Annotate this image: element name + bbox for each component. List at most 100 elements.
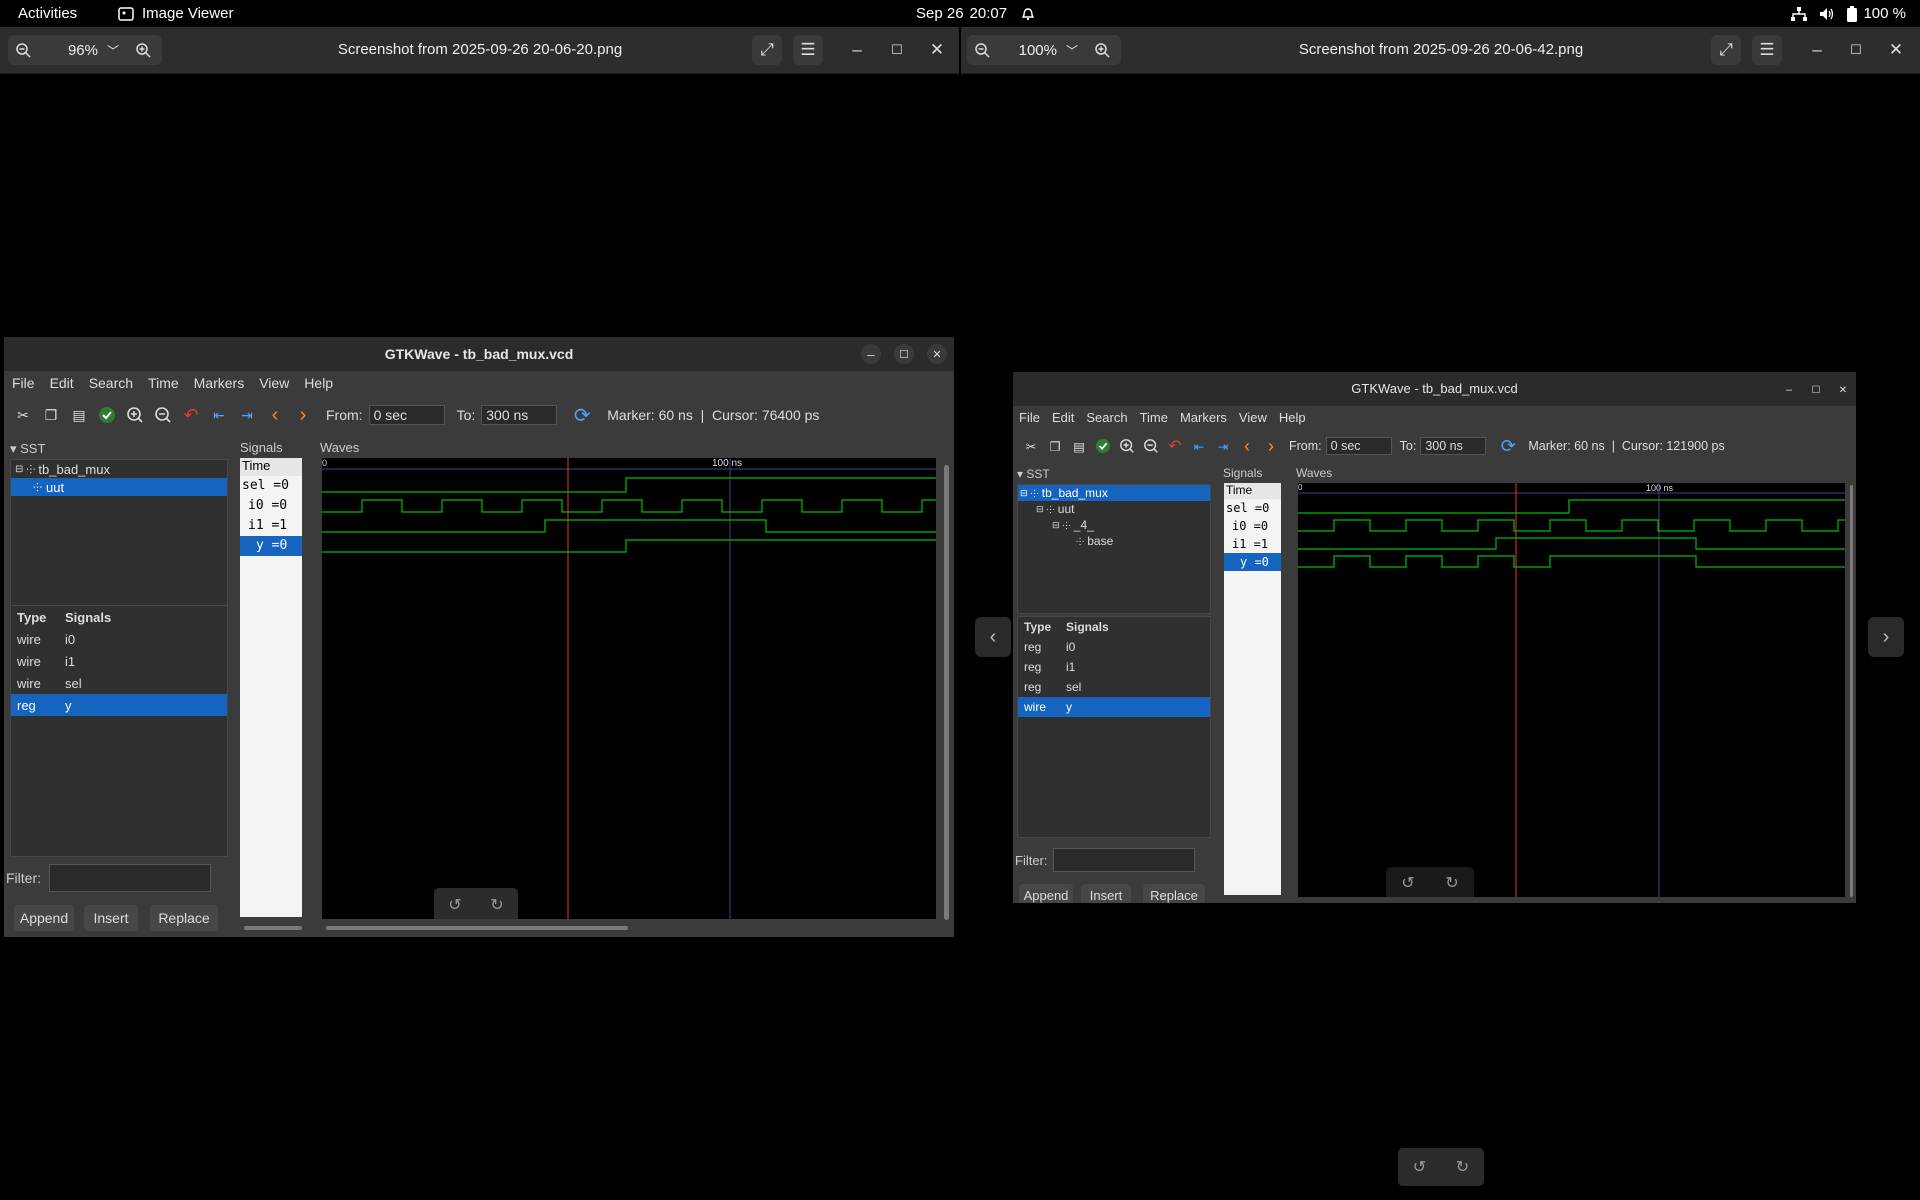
zoom-level[interactable]: 96% [38,42,98,59]
close-icon[interactable]: ✕ [922,35,952,65]
tree-item-tb-bad-mux[interactable]: ⊟ ⸭ tb_bad_mux [1018,485,1210,501]
rotate-right-icon[interactable]: ↻ [1445,873,1458,893]
go-to-start-icon[interactable]: ⇤ [208,407,230,424]
zoom-in-icon[interactable] [1087,42,1117,58]
table-row[interactable]: wire i0 [11,628,227,650]
menu-edit[interactable]: Edit [50,375,74,391]
maximize-icon[interactable]: ☐ [1841,35,1871,65]
table-row[interactable]: wire sel [11,672,227,694]
tree-item-4[interactable]: ⊟ ⸭ _4_ [1018,517,1210,533]
waveform-view[interactable]: 0 100 ns ↺ ↻ [322,458,936,919]
previous-icon[interactable]: ‹ [264,404,286,427]
close-icon[interactable]: ✕ [1835,382,1851,398]
from-input[interactable]: 0 sec [368,405,445,425]
paste-icon[interactable]: ▤ [1069,439,1089,454]
expand-icon[interactable]: ⊟ [1052,520,1060,531]
tree-item-uut[interactable]: ⊟ ⸭ uut [1018,501,1210,517]
menu-icon[interactable]: ☰ [793,35,823,65]
activities-button[interactable]: Activities [18,5,77,22]
waveform-view[interactable]: 0 100 ns ↺ ↻ [1298,483,1845,897]
cut-icon[interactable]: ✂ [12,407,34,424]
insert-button[interactable]: Insert [84,905,138,931]
go-to-end-icon[interactable]: ⇥ [1213,439,1233,454]
minimize-icon[interactable]: – [1781,382,1797,398]
zoom-fit-icon[interactable] [96,406,118,424]
next-icon[interactable]: › [1261,436,1281,457]
reload-icon[interactable]: ⟳ [569,403,595,428]
go-to-start-icon[interactable]: ⇤ [1189,439,1209,454]
vertical-scrollbar[interactable] [1850,485,1853,897]
append-button[interactable]: Append [14,905,74,931]
rotate-left-icon[interactable]: ↺ [1401,873,1414,893]
zoom-out-icon[interactable] [967,42,997,58]
next-icon[interactable]: › [292,404,314,427]
menu-help[interactable]: Help [304,375,333,391]
horizontal-scrollbar[interactable] [326,926,628,930]
maximize-icon[interactable]: ☐ [1808,382,1824,398]
menu-search[interactable]: Search [1086,410,1127,425]
chevron-down-icon[interactable]: ﹀ [98,42,128,59]
menu-markers[interactable]: Markers [194,375,245,391]
replace-button[interactable]: Replace [1143,884,1205,903]
zoom-in-icon[interactable] [128,42,158,58]
copy-icon[interactable]: ❐ [40,407,62,424]
signal-y[interactable]: y =0 [240,536,302,556]
menu-edit[interactable]: Edit [1052,410,1074,425]
menu-icon[interactable]: ☰ [1752,35,1782,65]
zoom-in-icon[interactable] [1117,438,1137,454]
rotate-left-icon[interactable]: ↺ [1413,1157,1426,1177]
menu-file[interactable]: File [12,375,35,391]
zoom-in-icon[interactable] [124,406,146,424]
fullscreen-icon[interactable]: ⤢ [752,35,782,65]
next-image-button[interactable]: › [1868,617,1904,657]
zoom-out-icon[interactable] [8,42,38,58]
to-input[interactable]: 300 ns [481,405,558,425]
vertical-scrollbar[interactable] [944,465,949,920]
menu-view[interactable]: View [1239,410,1267,425]
signal-i0[interactable]: i0 =0 [240,496,302,516]
previous-image-button[interactable]: ‹ [975,617,1011,657]
table-row[interactable]: reg sel [1018,677,1210,697]
signal-sel[interactable]: sel =0 [240,476,302,496]
maximize-icon[interactable]: ☐ [894,344,914,364]
table-row[interactable]: reg i1 [1018,657,1210,677]
menu-help[interactable]: Help [1279,410,1306,425]
expand-icon[interactable]: ⊟ [1020,488,1028,499]
close-icon[interactable]: ✕ [927,344,947,364]
system-tray[interactable]: 100 % [1791,5,1906,22]
fullscreen-icon[interactable]: ⤢ [1711,35,1741,65]
reload-icon[interactable]: ⟳ [1496,436,1520,457]
zoom-fit-icon[interactable] [1093,438,1113,454]
expand-icon[interactable]: ⊟ [15,464,23,475]
menu-view[interactable]: View [259,375,289,391]
undo-icon[interactable]: ↶ [1165,436,1185,456]
menu-file[interactable]: File [1019,410,1040,425]
insert-button[interactable]: Insert [1081,884,1131,903]
menu-time[interactable]: Time [148,375,179,391]
tree-item-tb-bad-mux[interactable]: ⊟ ⸭ tb_bad_mux [11,460,227,478]
sst-tree[interactable]: ⊟ ⸭ tb_bad_mux ⸭ uut [10,459,228,609]
signal-i1[interactable]: i1 =1 [1224,535,1281,553]
minimize-icon[interactable]: – [1802,35,1832,65]
menu-time[interactable]: Time [1140,410,1168,425]
to-input[interactable]: 300 ns [1420,437,1487,455]
sst-tree[interactable]: ⊟ ⸭ tb_bad_mux ⊟ ⸭ uut ⊟ ⸭ _4_ ⸭ base [1017,484,1211,614]
tree-item-uut[interactable]: ⸭ uut [11,478,227,496]
table-row[interactable]: reg i0 [1018,637,1210,657]
app-menu[interactable]: Image Viewer [118,5,233,22]
menu-search[interactable]: Search [89,375,133,391]
rotate-left-icon[interactable]: ↺ [448,895,461,915]
maximize-icon[interactable]: ☐ [882,35,912,65]
signal-i0[interactable]: i0 =0 [1224,517,1281,535]
rotate-right-icon[interactable]: ↻ [1456,1157,1469,1177]
table-row[interactable]: reg y [11,694,227,716]
signal-i1[interactable]: i1 =1 [240,516,302,536]
minimize-icon[interactable]: – [842,35,872,65]
append-button[interactable]: Append [1019,884,1073,903]
chevron-down-icon[interactable]: ﹀ [1057,42,1087,59]
replace-button[interactable]: Replace [150,905,218,931]
paste-icon[interactable]: ▤ [68,407,90,424]
table-row[interactable]: wire i1 [11,650,227,672]
filter-input[interactable] [49,864,211,892]
filter-input[interactable] [1053,848,1195,872]
